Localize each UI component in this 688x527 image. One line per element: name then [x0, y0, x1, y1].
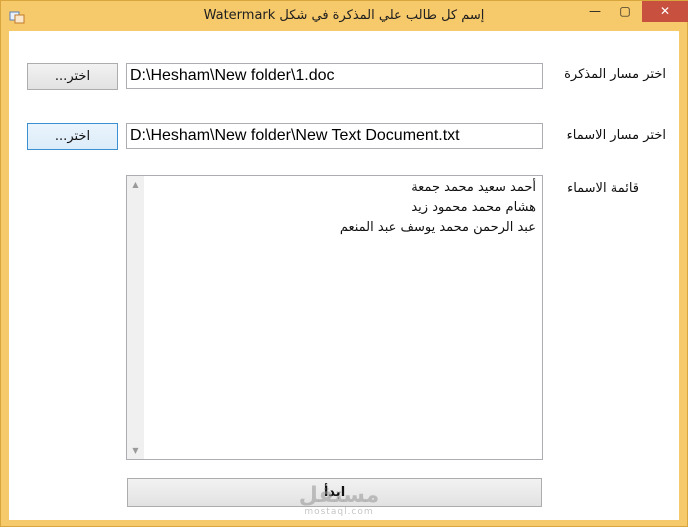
names-path-label: اختر مسار الاسماء [566, 128, 666, 143]
close-button[interactable]: ✕ [642, 1, 688, 22]
scroll-down-icon[interactable]: ▼ [127, 442, 144, 459]
list-item[interactable]: عبد الرحمن محمد يوسف عبد المنعم [340, 218, 536, 238]
doc-browse-button[interactable]: اختر... [27, 63, 118, 90]
doc-path-input[interactable]: D:\Hesham\New folder\1.doc [126, 63, 543, 89]
names-list-items: أحمد سعيد محمد جمعة هشام محمد محمود زيد … [340, 178, 536, 238]
names-path-input[interactable]: D:\Hesham\New folder\New Text Document.t… [126, 123, 543, 149]
site-watermark: مستقل mostaql.com [269, 485, 409, 518]
maximize-button[interactable]: ▢ [610, 1, 640, 22]
title-bar[interactable]: إسم كل طالب علي المذكرة في شكل Watermark… [1, 1, 688, 31]
list-item[interactable]: هشام محمد محمود زيد [340, 198, 536, 218]
watermark-url: mostaql.com [304, 507, 374, 517]
minimize-button[interactable]: — [580, 1, 610, 22]
names-list-label: قائمة الاسماء [567, 181, 639, 196]
names-listbox[interactable]: ▲ ▼ أحمد سعيد محمد جمعة هشام محمد محمود … [126, 175, 543, 460]
names-browse-button[interactable]: اختر... [27, 123, 118, 150]
list-item[interactable]: أحمد سعيد محمد جمعة [340, 178, 536, 198]
app-window: إسم كل طالب علي المذكرة في شكل Watermark… [0, 0, 688, 527]
watermark-logo: مستقل [298, 483, 380, 508]
scroll-up-icon[interactable]: ▲ [127, 176, 144, 193]
form-client-area: اختر مسار المذكرة D:\Hesham\New folder\1… [9, 31, 679, 520]
listbox-scrollbar[interactable]: ▲ ▼ [127, 176, 144, 459]
doc-path-label: اختر مسار المذكرة [564, 67, 666, 82]
